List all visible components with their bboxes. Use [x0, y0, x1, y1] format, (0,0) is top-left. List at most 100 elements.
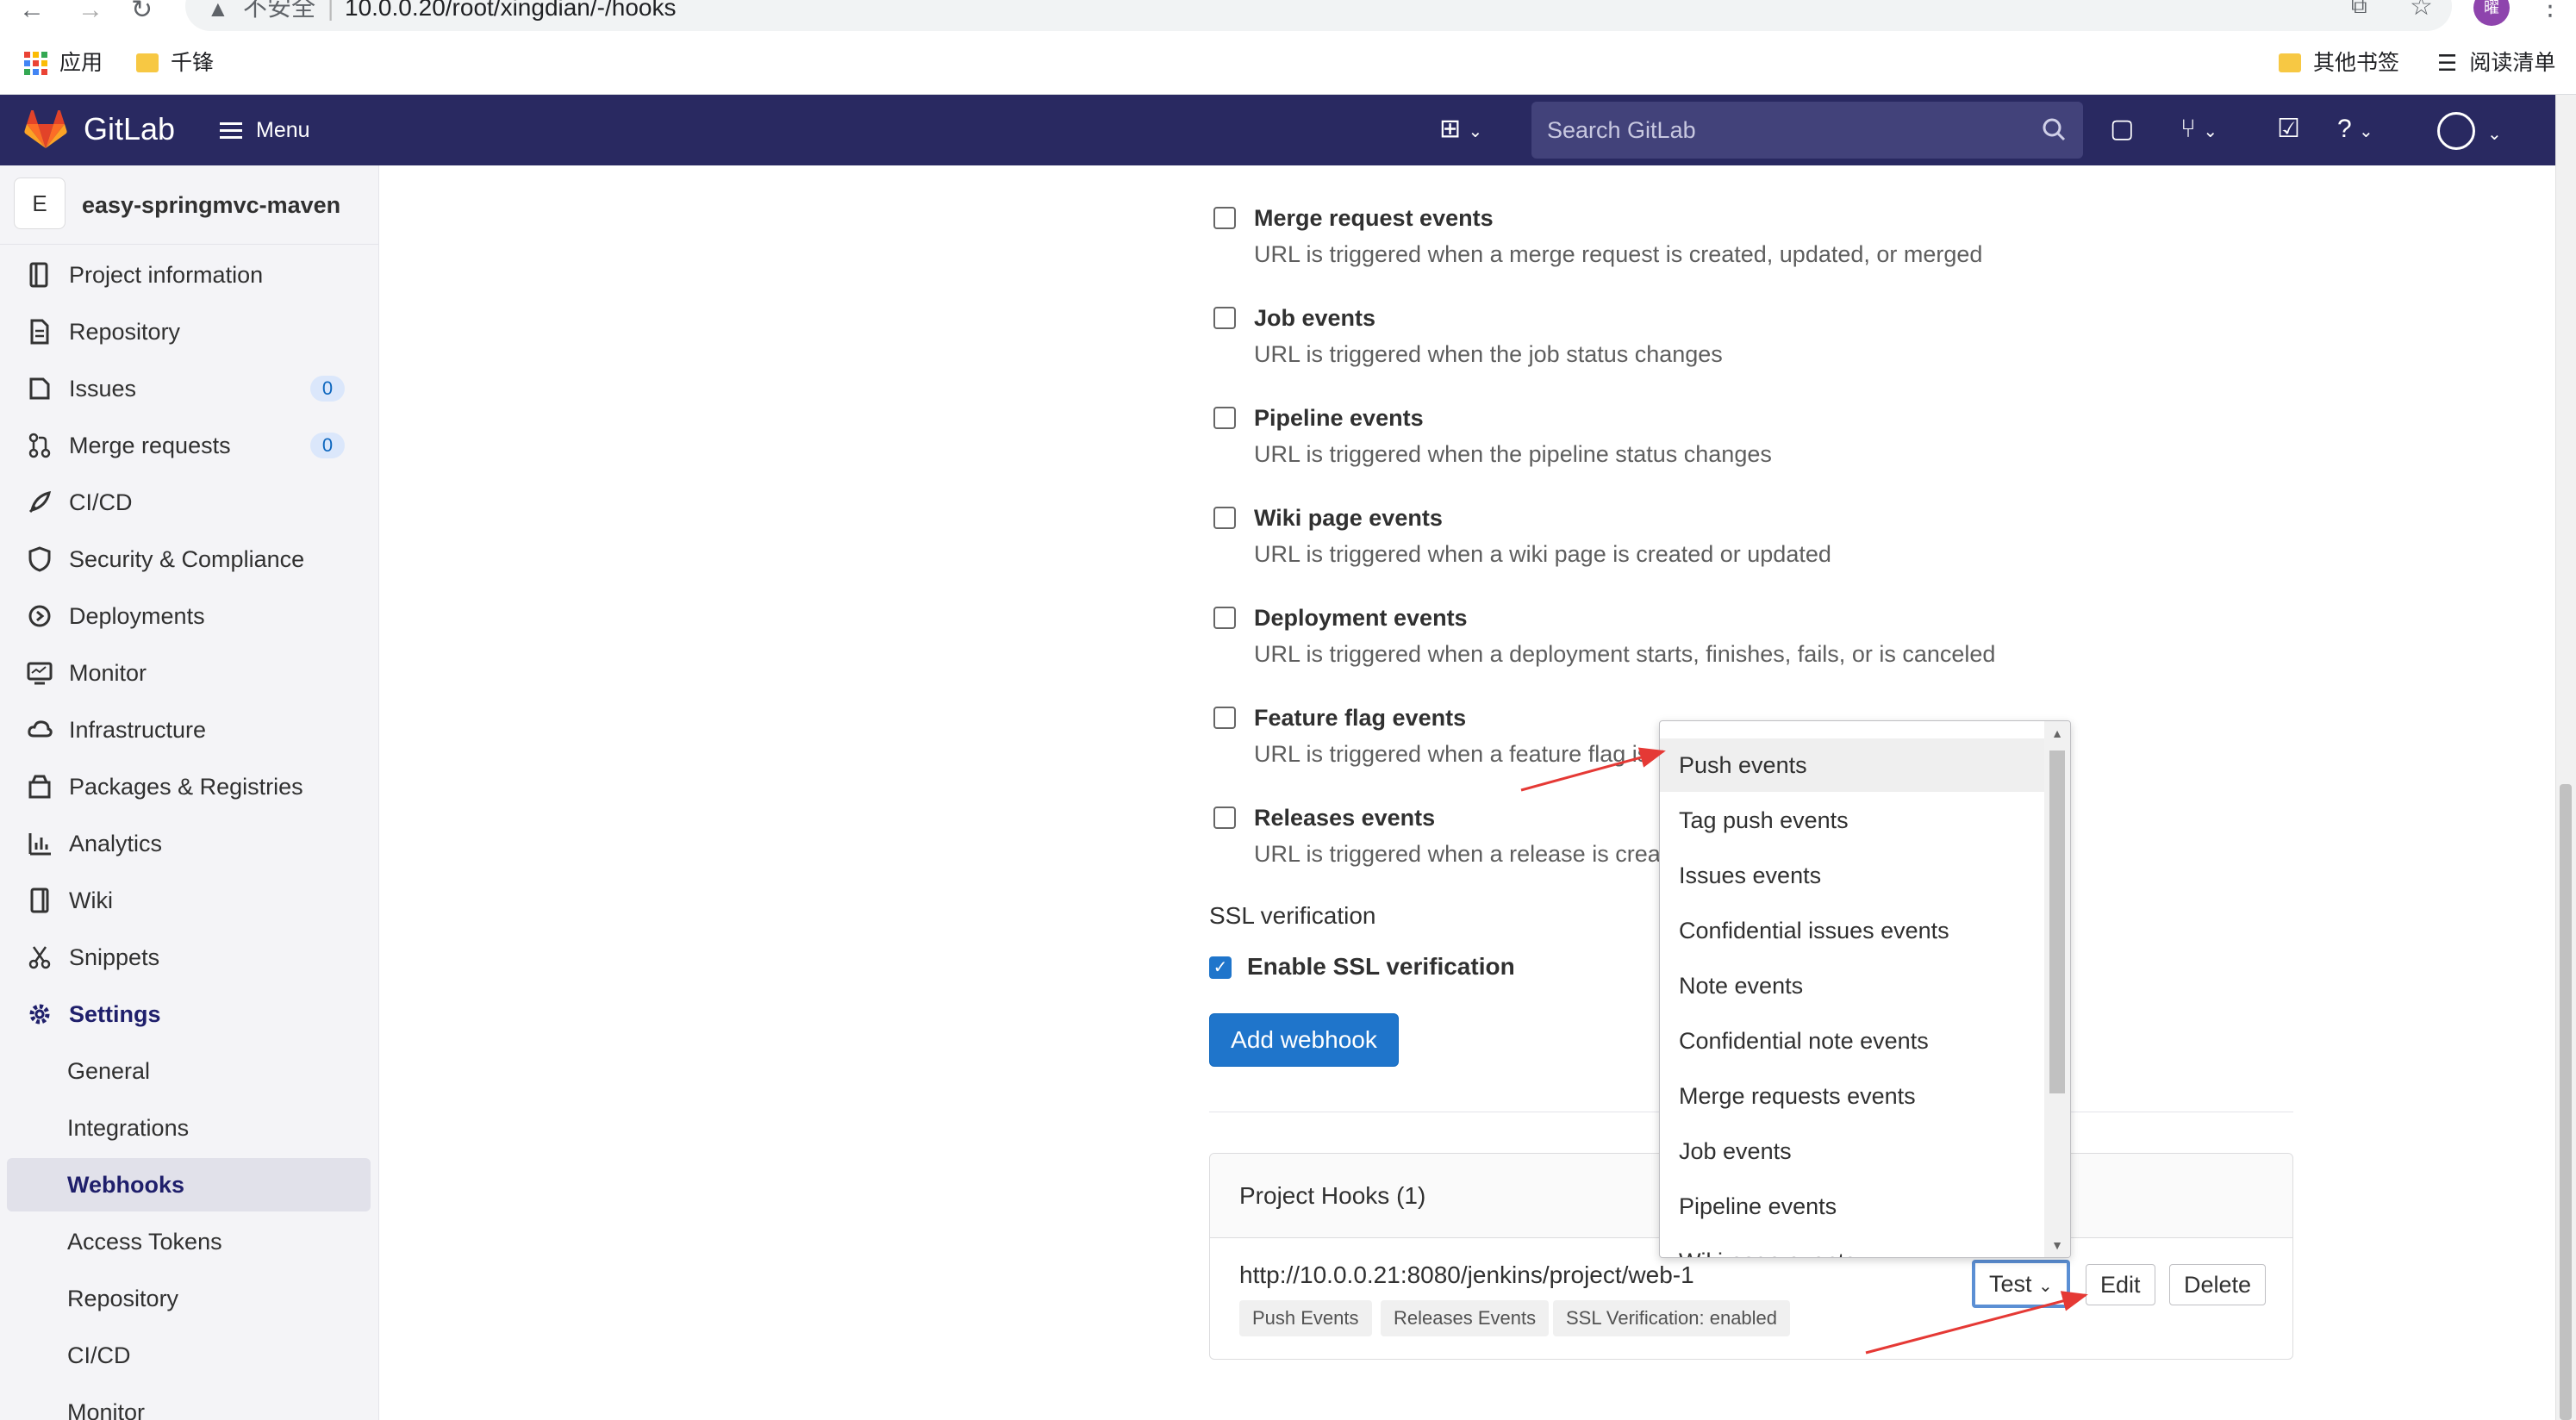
sidebar-item-repository[interactable]: Repository — [7, 305, 371, 358]
project-header[interactable]: E easy-springmvc-maven — [0, 165, 379, 245]
settings-sub-integrations[interactable]: Integrations — [7, 1101, 371, 1155]
sidebar-item-ci-cd[interactable]: CI/CD — [7, 476, 371, 529]
sidebar-item-analytics[interactable]: Analytics — [7, 817, 371, 870]
menu-button[interactable]: Menu — [220, 117, 310, 143]
ssl-verification-checkbox-label[interactable]: Enable SSL verification — [1247, 952, 1515, 981]
dropdown-option-tag-push-events[interactable]: Tag push events — [1660, 794, 2044, 847]
pipeline-events-checkbox[interactable] — [1213, 407, 1236, 429]
event-title[interactable]: Wiki page events — [1254, 503, 1443, 532]
merge-requests-header-icon[interactable]: ⑂ ⌄ — [2180, 114, 2217, 147]
job-events-checkbox[interactable] — [1213, 307, 1236, 329]
gitlab-logo-icon[interactable] — [24, 110, 67, 150]
dropdown-option-issues-events[interactable]: Issues events — [1660, 849, 2044, 902]
settings-sub-monitor[interactable]: Monitor — [7, 1386, 371, 1420]
sidebar-item-infrastructure[interactable]: Infrastructure — [7, 703, 371, 757]
sidebar-item-issues[interactable]: Issues 0 — [7, 362, 371, 415]
bookmark-folder-qianfeng[interactable]: 千锋 — [136, 50, 214, 76]
warning-icon[interactable]: ▲ — [207, 0, 229, 20]
sidebar-item-settings[interactable]: Settings — [7, 987, 371, 1041]
dropdown-scrollbar[interactable]: ▲ ▼ — [2044, 721, 2070, 1257]
dropdown-option-confidential-note-events[interactable]: Confidential note events — [1660, 1014, 2044, 1068]
releases-events-checkbox[interactable] — [1213, 807, 1236, 829]
search-icon[interactable] — [2038, 114, 2071, 146]
settings-sub-general[interactable]: General — [7, 1044, 371, 1098]
sidebar-item-deployments[interactable]: Deployments — [7, 589, 371, 643]
reading-list-icon: ☰ — [2437, 50, 2458, 76]
event-title[interactable]: Merge request events — [1254, 203, 1494, 233]
event-description: URL is triggered when a feature flag is — [1254, 741, 1650, 767]
scroll-down-icon[interactable]: ▼ — [2044, 1238, 2070, 1252]
settings-sub-access-tokens[interactable]: Access Tokens — [7, 1215, 371, 1268]
gitlab-brand[interactable]: GitLab — [84, 112, 175, 146]
sidebar-item-project-information[interactable]: Project information — [7, 248, 371, 302]
event-title[interactable]: Job events — [1254, 303, 1375, 333]
hamburger-icon — [220, 118, 242, 143]
shield-icon — [26, 545, 53, 573]
dropdown-option-merge-requests-events[interactable]: Merge requests events — [1660, 1069, 2044, 1123]
todos-icon[interactable]: ☑ — [2277, 114, 2300, 145]
deployment-events-checkbox[interactable] — [1213, 607, 1236, 629]
sidebar-item-packages-registries[interactable]: Packages & Registries — [7, 760, 371, 813]
sidebar-item-security-compliance[interactable]: Security & Compliance — [7, 532, 371, 586]
scroll-up-icon[interactable]: ▲ — [2044, 726, 2070, 740]
dropdown-option-wiki-page-events[interactable]: Wiki page events — [1660, 1235, 2044, 1257]
monitor-icon — [26, 659, 53, 687]
back-icon[interactable]: ← — [19, 0, 45, 23]
project-name[interactable]: easy-springmvc-maven — [82, 191, 340, 219]
ssl-verification-checkbox[interactable]: ✓ — [1209, 956, 1232, 979]
event-title[interactable]: Releases events — [1254, 803, 1435, 832]
dropdown-option-note-events[interactable]: Note events — [1660, 959, 2044, 1012]
dropdown-option-push-events[interactable]: Push events — [1660, 738, 2044, 792]
sidebar-item-label: Issues — [69, 376, 137, 402]
wiki-page-events-checkbox[interactable] — [1213, 507, 1236, 529]
chart-icon — [26, 830, 53, 857]
search-box[interactable] — [1531, 102, 2083, 159]
sidebar-item-snippets[interactable]: Snippets — [7, 931, 371, 984]
merge-request-events-checkbox[interactable] — [1213, 207, 1236, 229]
new-item-icon[interactable]: ⊞ ⌄ — [1439, 114, 1482, 147]
translate-icon[interactable]: ⧉ — [2351, 0, 2367, 16]
settings-sub-repository[interactable]: Repository — [7, 1272, 371, 1325]
sidebar-item-merge-requests[interactable]: Merge requests 0 — [7, 419, 371, 472]
event-description: URL is triggered when a merge request is… — [1254, 241, 1983, 267]
reload-icon[interactable]: ↻ — [131, 0, 153, 23]
sidebar-item-wiki[interactable]: Wiki — [7, 874, 371, 927]
search-input[interactable] — [1547, 102, 2030, 159]
dropdown-option-job-events[interactable]: Job events — [1660, 1124, 2044, 1178]
chevron-down-icon[interactable]: ⌄ — [2487, 119, 2502, 150]
sidebar-item-label: Monitor — [69, 660, 147, 686]
dropdown-option-pipeline-events[interactable]: Pipeline events — [1660, 1180, 2044, 1233]
issues-header-icon[interactable]: ▢ — [2110, 114, 2134, 145]
dropdown-scrollbar-thumb[interactable] — [2049, 750, 2065, 1093]
test-hook-button[interactable]: Test ⌄ — [1972, 1260, 2070, 1308]
browser-profile-avatar[interactable]: 曜 — [2473, 0, 2510, 26]
bookmark-reading-list[interactable]: ☰ 阅读清单 — [2437, 50, 2555, 76]
url-text[interactable]: 10.0.0.20/root/xingdian/-/hooks — [345, 0, 676, 20]
event-title[interactable]: Feature flag events — [1254, 703, 1466, 732]
hook-tag-releases-events: Releases Events — [1381, 1300, 1550, 1336]
bookmark-apps[interactable]: 应用 — [24, 50, 103, 76]
more-icon[interactable]: ⋮ — [2537, 0, 2563, 20]
bookmark-other[interactable]: 其他书签 — [2279, 50, 2399, 76]
help-icon[interactable]: ? ⌄ — [2337, 114, 2373, 147]
feature-flag-events-checkbox[interactable] — [1213, 707, 1236, 729]
sidebar-item-monitor[interactable]: Monitor — [7, 646, 371, 700]
event-title[interactable]: Deployment events — [1254, 603, 1468, 632]
page-scrollbar[interactable] — [2555, 95, 2576, 1420]
forward-icon[interactable]: → — [78, 0, 103, 23]
menu-label: Menu — [256, 118, 310, 142]
settings-sub-webhooks[interactable]: Webhooks — [7, 1158, 371, 1211]
settings-sub-ci-cd[interactable]: CI/CD — [7, 1329, 371, 1382]
star-icon[interactable]: ☆ — [2410, 0, 2433, 20]
add-webhook-button[interactable]: Add webhook — [1209, 1013, 1399, 1067]
user-avatar[interactable] — [2437, 112, 2475, 150]
edit-hook-button[interactable]: Edit — [2086, 1264, 2155, 1305]
event-title[interactable]: Pipeline events — [1254, 403, 1424, 433]
dropdown-option-confidential-issues-events[interactable]: Confidential issues events — [1660, 904, 2044, 957]
page-scrollbar-thumb[interactable] — [2560, 784, 2572, 1420]
insecure-label[interactable]: 不安全 — [243, 0, 315, 20]
reading-list-label: 阅读清单 — [2469, 51, 2556, 75]
delete-hook-button[interactable]: Delete — [2169, 1264, 2267, 1305]
scissors-icon — [26, 944, 53, 971]
merge-requests-count-badge: 0 — [310, 433, 345, 458]
